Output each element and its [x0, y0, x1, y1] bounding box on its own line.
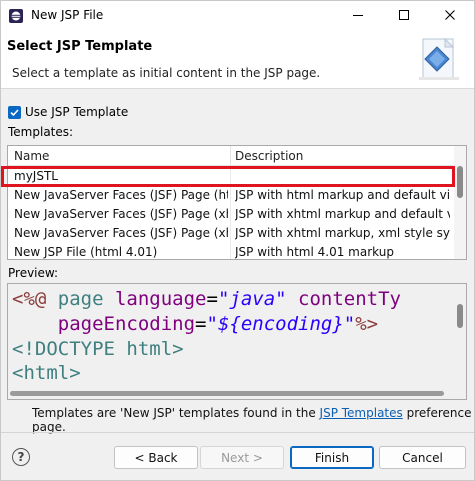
- template-description: JSP with xhtml markup and default v...: [235, 207, 450, 221]
- help-button[interactable]: ?: [12, 448, 30, 466]
- template-description: JSP with xhtml markup, xml style syn...: [235, 226, 450, 240]
- close-button[interactable]: [427, 1, 473, 31]
- column-header-description[interactable]: Description: [235, 149, 303, 163]
- templates-note: Templates are 'New JSP' templates found …: [32, 406, 472, 434]
- templates-label: Templates:: [8, 125, 74, 139]
- table-row[interactable]: New JavaServer Faces (JSF) Page (html) J…: [8, 186, 454, 205]
- table-vertical-scrollbar[interactable]: [454, 146, 466, 259]
- next-button[interactable]: Next >: [200, 446, 284, 469]
- preview-label: Preview:: [8, 266, 59, 280]
- use-jsp-template-checkbox[interactable]: Use JSP Template: [8, 105, 128, 119]
- preview-horizontal-scrollbar[interactable]: [8, 387, 454, 399]
- template-name: New JavaServer Faces (JSF) Page (html): [14, 188, 228, 202]
- template-name: New JavaServer Faces (JSF) Page (xht...: [14, 207, 228, 221]
- eclipse-icon: [8, 8, 24, 24]
- minimize-icon: [352, 9, 364, 24]
- checkbox-checked-icon[interactable]: [8, 105, 21, 119]
- maximize-icon: [398, 9, 410, 24]
- finish-button[interactable]: Finish: [290, 446, 374, 469]
- table-row[interactable]: New JSP File (html 4.01) JSP with html 4…: [8, 243, 454, 259]
- use-jsp-template-label: Use JSP Template: [25, 105, 129, 119]
- page-description: Select a template as initial content in …: [12, 66, 321, 80]
- jsp-wizard-graphic: [415, 37, 463, 85]
- column-divider: [230, 243, 231, 259]
- column-divider: [230, 224, 231, 243]
- scrollbar-thumb[interactable]: [457, 304, 463, 328]
- code-line: <html>: [12, 362, 81, 384]
- column-divider[interactable]: [230, 146, 231, 166]
- minimize-button[interactable]: [335, 1, 381, 31]
- scrollbar-thumb[interactable]: [457, 166, 463, 198]
- jsp-templates-link[interactable]: JSP Templates: [320, 406, 403, 420]
- scrollbar-thumb[interactable]: [10, 391, 444, 396]
- table-row[interactable]: New JavaServer Faces (JSF) Page (xht... …: [8, 205, 454, 224]
- template-description: JSP with html 4.01 markup: [235, 245, 394, 259]
- preview-vertical-scrollbar[interactable]: [454, 284, 466, 386]
- back-button[interactable]: < Back: [114, 446, 198, 469]
- column-header-name[interactable]: Name: [14, 149, 49, 163]
- template-name: New JSP File (html 4.01): [14, 245, 158, 259]
- code-line: <%@ page language="java" contentTy: [12, 288, 401, 310]
- column-divider: [230, 205, 231, 224]
- template-name: New JavaServer Faces (JSF) Page (xht...: [14, 226, 228, 240]
- maximize-button[interactable]: [381, 1, 427, 31]
- templates-table[interactable]: Name Description myJSTL New JavaServer F…: [7, 145, 467, 260]
- window-title: New JSP File: [31, 8, 104, 22]
- template-preview: <%@ page language="java" contentTy pageE…: [7, 283, 467, 400]
- new-jsp-file-dialog: New JSP File Select JSP Template Select …: [0, 0, 475, 481]
- wizard-header: Select JSP Template Select a template as…: [1, 31, 474, 89]
- page-title: Select JSP Template: [7, 39, 153, 54]
- code-line: pageEncoding="${encoding}"%>: [57, 313, 379, 335]
- code-line: <!DOCTYPE html>: [12, 338, 184, 360]
- cancel-button[interactable]: Cancel: [379, 446, 466, 469]
- table-row[interactable]: New JavaServer Faces (JSF) Page (xht... …: [8, 224, 454, 243]
- help-icon: ?: [17, 450, 25, 464]
- table-header: Name Description: [8, 146, 454, 166]
- separator: [1, 432, 474, 433]
- title-bar: New JSP File: [1, 1, 474, 31]
- template-description: JSP with html markup and default vi...: [235, 188, 450, 202]
- selected-row-highlight: [1, 166, 455, 187]
- close-icon: [444, 9, 456, 24]
- column-divider: [230, 186, 231, 205]
